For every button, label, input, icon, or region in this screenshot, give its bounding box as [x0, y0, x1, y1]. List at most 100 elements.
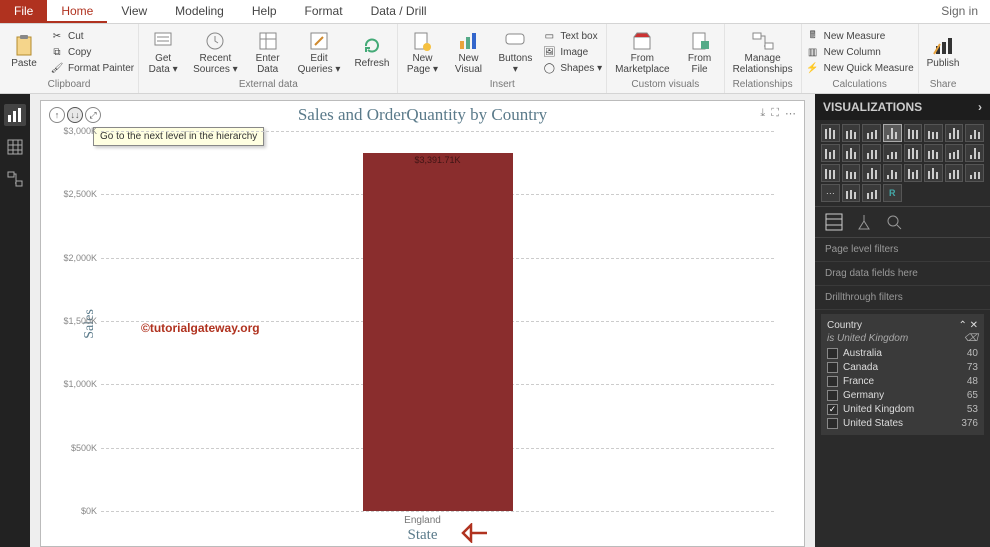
- checkbox[interactable]: [827, 348, 838, 359]
- shapes-icon: ◯: [542, 62, 556, 76]
- filter-value-row[interactable]: Australia40: [827, 348, 978, 359]
- checkbox[interactable]: [827, 362, 838, 373]
- edit-queries-button[interactable]: Edit Queries ▾: [294, 28, 345, 77]
- drill-mode-icon[interactable]: ⤓: [760, 107, 765, 120]
- viz-type-icon[interactable]: [904, 124, 923, 142]
- viz-type-icon[interactable]: [904, 144, 923, 162]
- from-file-button[interactable]: From File: [680, 28, 720, 77]
- fields-tab-icon[interactable]: [825, 213, 843, 231]
- recent-sources-button[interactable]: Recent Sources ▾: [189, 28, 241, 77]
- bar-england[interactable]: $3,391.71K: [363, 153, 513, 511]
- checkbox[interactable]: [827, 418, 838, 429]
- tab-modeling[interactable]: Modeling: [161, 0, 238, 23]
- viz-type-icon[interactable]: [924, 144, 943, 162]
- viz-type-icon[interactable]: [945, 144, 964, 162]
- manage-relationships-button[interactable]: Manage Relationships: [729, 28, 797, 77]
- drill-up-button[interactable]: ↑: [49, 107, 65, 123]
- filter-field-name: Country: [827, 320, 862, 331]
- format-painter-button[interactable]: 🖌Format Painter: [50, 62, 134, 76]
- filter-value-row[interactable]: United States376: [827, 418, 978, 429]
- tab-data-drill[interactable]: Data / Drill: [357, 0, 441, 23]
- analytics-tab-icon[interactable]: [885, 213, 903, 231]
- viz-type-icon[interactable]: [842, 124, 861, 142]
- viz-type-icon[interactable]: [842, 144, 861, 162]
- checkbox[interactable]: [827, 390, 838, 401]
- chart-visual[interactable]: ↑ ↓↓ ⤢ Go to the next level in the hiera…: [40, 100, 805, 547]
- filter-value-row[interactable]: Canada73: [827, 362, 978, 373]
- enter-data-button[interactable]: Enter Data: [248, 28, 288, 77]
- tab-home[interactable]: Home: [47, 0, 107, 23]
- watermark: ©tutorialgateway.org: [141, 321, 260, 335]
- viz-type-icon[interactable]: [965, 144, 984, 162]
- filter-value-name: Germany: [843, 390, 884, 401]
- from-marketplace-button[interactable]: From Marketplace: [611, 28, 673, 77]
- y-tick-label: $2,000K: [57, 253, 97, 263]
- viz-type-icon[interactable]: [924, 124, 943, 142]
- viz-type-icon[interactable]: [862, 124, 881, 142]
- viz-type-icon[interactable]: [842, 164, 861, 182]
- filter-clear-icon[interactable]: ⌫: [964, 333, 978, 344]
- drag-fields-hint[interactable]: Drag data fields here: [815, 262, 990, 286]
- report-canvas[interactable]: ↑ ↓↓ ⤢ Go to the next level in the hiera…: [30, 94, 815, 547]
- drill-next-level-button[interactable]: ↓↓: [67, 107, 83, 123]
- new-measure-button[interactable]: 🖩New Measure: [806, 30, 914, 44]
- publish-button[interactable]: Publish: [923, 33, 964, 72]
- new-page-button[interactable]: New Page ▾: [402, 28, 442, 77]
- viz-type-icon[interactable]: [883, 144, 902, 162]
- paste-button[interactable]: Paste: [4, 33, 44, 72]
- refresh-button[interactable]: Refresh: [350, 33, 393, 72]
- viz-type-icon[interactable]: [945, 124, 964, 142]
- viz-type-icon[interactable]: [883, 124, 902, 142]
- filter-value-row[interactable]: United Kingdom53: [827, 404, 978, 415]
- focus-mode-icon[interactable]: ⛶: [771, 107, 779, 120]
- viz-type-icon[interactable]: R: [883, 184, 902, 202]
- viz-type-icon[interactable]: [924, 164, 943, 182]
- shapes-button[interactable]: ◯Shapes ▾: [542, 62, 602, 76]
- get-data-button[interactable]: Get Data ▾: [143, 28, 183, 77]
- viz-type-icon[interactable]: [945, 164, 964, 182]
- image-button[interactable]: 🖼Image: [542, 46, 602, 60]
- filter-card-country[interactable]: Country ⌃ ✕ is United Kingdom ⌫ Australi…: [821, 314, 984, 435]
- viz-type-icon[interactable]: [821, 144, 840, 162]
- viz-type-icon[interactable]: [821, 164, 840, 182]
- visualizations-header[interactable]: VISUALIZATIONS ›: [815, 94, 990, 120]
- data-view-button[interactable]: [4, 136, 26, 158]
- viz-type-icon[interactable]: [842, 184, 861, 202]
- viz-type-icon[interactable]: [883, 164, 902, 182]
- checkbox[interactable]: [827, 404, 838, 415]
- filter-value-row[interactable]: Germany65: [827, 390, 978, 401]
- sign-in-link[interactable]: Sign in: [929, 0, 990, 23]
- viz-type-icon[interactable]: [821, 124, 840, 142]
- quick-measure-button[interactable]: ⚡New Quick Measure: [806, 62, 914, 76]
- tab-help[interactable]: Help: [238, 0, 291, 23]
- filter-value-count: 40: [967, 348, 978, 359]
- copy-button[interactable]: ⧉Copy: [50, 46, 134, 60]
- model-view-button[interactable]: [4, 168, 26, 190]
- new-visual-button[interactable]: New Visual: [448, 28, 488, 77]
- filter-value-row[interactable]: France48: [827, 376, 978, 387]
- viz-type-icon[interactable]: [904, 164, 923, 182]
- filter-value-name: Canada: [843, 362, 878, 373]
- drill-expand-button[interactable]: ⤢: [85, 107, 101, 123]
- checkbox[interactable]: [827, 376, 838, 387]
- cut-button[interactable]: ✂Cut: [50, 30, 134, 44]
- more-options-icon[interactable]: ⋯: [785, 107, 796, 120]
- file-menu[interactable]: File: [0, 0, 47, 23]
- buttons-button[interactable]: Buttons ▾: [494, 28, 536, 77]
- filter-value-count: 376: [961, 418, 978, 429]
- tab-view[interactable]: View: [107, 0, 161, 23]
- tab-format[interactable]: Format: [291, 0, 357, 23]
- menu-bar: File Home View Modeling Help Format Data…: [0, 0, 990, 24]
- viz-type-icon[interactable]: [862, 164, 881, 182]
- textbox-button[interactable]: ▭Text box: [542, 30, 602, 44]
- viz-type-icon[interactable]: [862, 184, 881, 202]
- report-view-button[interactable]: [4, 104, 26, 126]
- viz-type-icon[interactable]: [965, 164, 984, 182]
- viz-type-icon[interactable]: [965, 124, 984, 142]
- new-column-button[interactable]: ▥New Column: [806, 46, 914, 60]
- filter-collapse-icon[interactable]: ⌃ ✕: [958, 320, 978, 331]
- viz-type-icon[interactable]: ⋯: [821, 184, 840, 202]
- format-tab-icon[interactable]: [855, 213, 873, 231]
- ribbon-group-custom-visuals: From Marketplace From File Custom visual…: [607, 24, 724, 93]
- viz-type-icon[interactable]: [862, 144, 881, 162]
